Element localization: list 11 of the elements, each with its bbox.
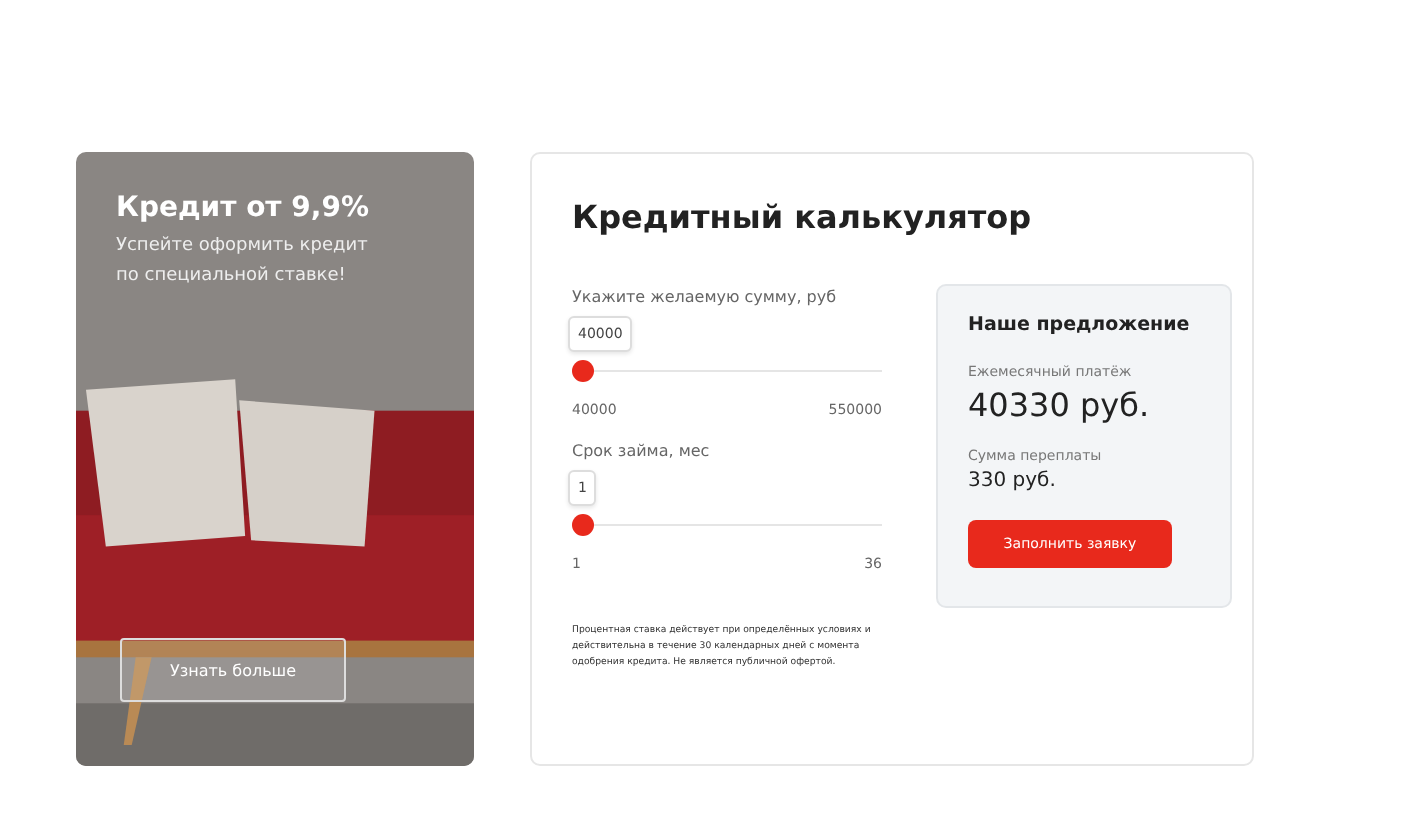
monthly-payment-value: 40330 руб. [968, 386, 1150, 424]
calculator-title: Кредитный калькулятор [572, 198, 1034, 236]
slider-thumb[interactable] [572, 514, 594, 536]
slider-label: Укажите желаемую сумму, руб [572, 288, 839, 306]
slider-label: Срок займа, мес [572, 442, 712, 460]
learn-more-button[interactable]: Узнать больше [120, 638, 346, 702]
overpayment-value: 330 руб. [968, 470, 1056, 492]
promo-title: Кредит от 9,9% [116, 192, 371, 224]
offer-title: Наше предложение [968, 314, 1190, 336]
slider-thumb[interactable] [572, 360, 594, 382]
promo-subtitle: Успейте оформить кредит по специальной ставке! [116, 234, 370, 290]
